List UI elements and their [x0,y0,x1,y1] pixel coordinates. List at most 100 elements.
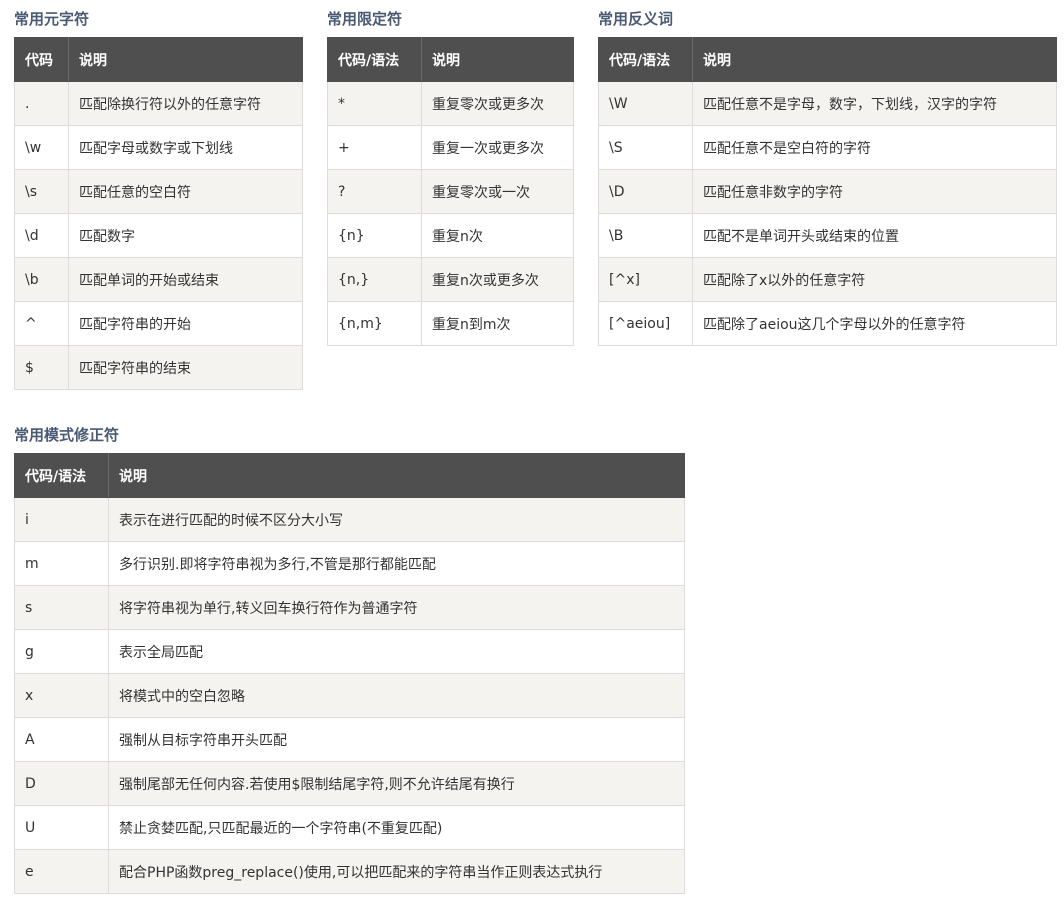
table-row: {n,m} 重复n到m次 [327,301,574,346]
table-row: x 将模式中的空白忽略 [14,673,685,718]
table-row: \W 匹配任意不是字母，数字，下划线，汉字的字符 [598,81,1057,126]
description-cell: 将模式中的空白忽略 [108,673,685,718]
table-row: s 将字符串视为单行,转义回车换行符作为普通字符 [14,585,685,630]
table-row: D 强制尾部无任何内容.若使用$限制结尾字符,则不允许结尾有换行 [14,761,685,806]
table-row: + 重复一次或更多次 [327,125,574,170]
column-header-description: 说明 [68,37,303,82]
code-cell: [^x] [598,257,693,302]
code-cell: . [14,81,69,126]
description-cell: 禁止贪婪匹配,只匹配最近的一个字符串(不重复匹配) [108,805,685,850]
code-cell: {n,m} [327,301,422,346]
table-row: U 禁止贪婪匹配,只匹配最近的一个字符串(不重复匹配) [14,805,685,850]
description-cell: 匹配任意的空白符 [68,169,303,214]
description-cell: 匹配数字 [68,213,303,258]
code-cell: m [14,541,109,586]
description-cell: 重复零次或一次 [421,169,574,214]
code-cell: * [327,81,422,126]
table-row: m 多行识别.即将字符串视为多行,不管是那行都能匹配 [14,541,685,586]
code-cell: \S [598,125,693,170]
table-row: \S 匹配任意不是空白符的字符 [598,125,1057,170]
description-cell: 匹配任意不是字母，数字，下划线，汉字的字符 [692,81,1057,126]
meta-chars-table: 代码 说明 . 匹配除换行符以外的任意字符 \w 匹配字母或数字或下划线 \s … [14,37,303,390]
negations-title: 常用反义词 [598,10,674,28]
code-cell: \B [598,213,693,258]
table-row: \s 匹配任意的空白符 [14,169,303,214]
code-cell: \D [598,169,693,214]
description-cell: 匹配不是单词开头或结束的位置 [692,213,1057,258]
code-cell: \w [14,125,69,170]
table-row: {n,} 重复n次或更多次 [327,257,574,302]
meta-chars-title: 常用元字符 [14,10,90,28]
table-row: ? 重复零次或一次 [327,169,574,214]
description-cell: 表示在进行匹配的时候不区分大小写 [108,497,685,542]
description-cell: 匹配字符串的开始 [68,301,303,346]
code-cell: e [14,849,109,894]
negations-table: 代码/语法 说明 \W 匹配任意不是字母，数字，下划线，汉字的字符 \S 匹配任… [598,37,1057,346]
code-cell: \W [598,81,693,126]
code-cell: {n,} [327,257,422,302]
code-cell: g [14,629,109,674]
description-cell: 多行识别.即将字符串视为多行,不管是那行都能匹配 [108,541,685,586]
table-header-row: 代码 说明 [14,37,303,82]
table-row: \B 匹配不是单词开头或结束的位置 [598,213,1057,258]
negations-section: 常用反义词 代码/语法 说明 \W 匹配任意不是字母，数字，下划线，汉字的字符 … [598,8,1057,346]
quantifiers-title: 常用限定符 [327,10,403,28]
table-row: A 强制从目标字符串开头匹配 [14,717,685,762]
modifiers-title: 常用模式修正符 [14,426,120,444]
table-header-row: 代码/语法 说明 [598,37,1057,82]
code-cell: ? [327,169,422,214]
code-cell: \s [14,169,69,214]
modifiers-section: 常用模式修正符 代码/语法 说明 i 表示在进行匹配的时候不区分大小写 m 多行… [14,424,685,894]
description-cell: 重复n到m次 [421,301,574,346]
description-cell: 匹配除了aeiou这几个字母以外的任意字符 [692,301,1057,346]
table-row: {n} 重复n次 [327,213,574,258]
table-row: g 表示全局匹配 [14,629,685,674]
description-cell: 配合PHP函数preg_replace()使用,可以把匹配来的字符串当作正则表达… [108,849,685,894]
description-cell: 表示全局匹配 [108,629,685,674]
code-cell: $ [14,345,69,390]
column-header-code: 代码/语法 [598,37,693,82]
table-row: e 配合PHP函数preg_replace()使用,可以把匹配来的字符串当作正则… [14,849,685,894]
code-cell: + [327,125,422,170]
description-cell: 匹配除换行符以外的任意字符 [68,81,303,126]
description-cell: 匹配单词的开始或结束 [68,257,303,302]
table-row: i 表示在进行匹配的时候不区分大小写 [14,497,685,542]
description-cell: 匹配除了x以外的任意字符 [692,257,1057,302]
description-cell: 强制从目标字符串开头匹配 [108,717,685,762]
code-cell: \b [14,257,69,302]
table-header-row: 代码/语法 说明 [14,453,685,498]
code-cell: s [14,585,109,630]
table-row: $ 匹配字符串的结束 [14,345,303,390]
description-cell: 强制尾部无任何内容.若使用$限制结尾字符,则不允许结尾有换行 [108,761,685,806]
description-cell: 重复零次或更多次 [421,81,574,126]
description-cell: 重复n次或更多次 [421,257,574,302]
description-cell: 重复n次 [421,213,574,258]
table-row: * 重复零次或更多次 [327,81,574,126]
code-cell: i [14,497,109,542]
code-cell: \d [14,213,69,258]
column-header-code: 代码 [14,37,69,82]
description-cell: 将字符串视为单行,转义回车换行符作为普通字符 [108,585,685,630]
code-cell: x [14,673,109,718]
description-cell: 匹配字母或数字或下划线 [68,125,303,170]
quantifiers-section: 常用限定符 代码/语法 说明 * 重复零次或更多次 + 重复一次或更多次 ? 重… [327,8,574,346]
column-header-description: 说明 [108,453,685,498]
column-header-code: 代码/语法 [327,37,422,82]
quantifiers-table: 代码/语法 说明 * 重复零次或更多次 + 重复一次或更多次 ? 重复零次或一次… [327,37,574,346]
modifiers-table: 代码/语法 说明 i 表示在进行匹配的时候不区分大小写 m 多行识别.即将字符串… [14,453,685,894]
code-cell: A [14,717,109,762]
table-row: \d 匹配数字 [14,213,303,258]
table-row: \D 匹配任意非数字的字符 [598,169,1057,214]
description-cell: 重复一次或更多次 [421,125,574,170]
table-row: [^x] 匹配除了x以外的任意字符 [598,257,1057,302]
description-cell: 匹配任意不是空白符的字符 [692,125,1057,170]
code-cell: [^aeiou] [598,301,693,346]
code-cell: {n} [327,213,422,258]
description-cell: 匹配字符串的结束 [68,345,303,390]
table-row: [^aeiou] 匹配除了aeiou这几个字母以外的任意字符 [598,301,1057,346]
code-cell: ^ [14,301,69,346]
table-row: \b 匹配单词的开始或结束 [14,257,303,302]
column-header-code: 代码/语法 [14,453,109,498]
table-row: ^ 匹配字符串的开始 [14,301,303,346]
table-header-row: 代码/语法 说明 [327,37,574,82]
